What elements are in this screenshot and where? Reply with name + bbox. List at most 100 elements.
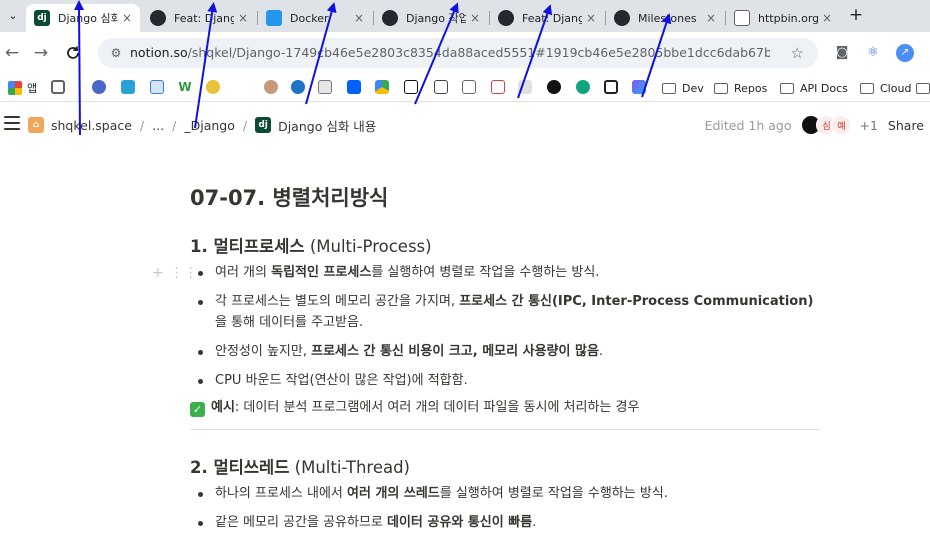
docker-icon bbox=[266, 10, 282, 26]
tab-httpbin[interactable]: httpbin.org × bbox=[726, 4, 840, 32]
tab-django-notes[interactable]: dj Django 심화 내용 × bbox=[26, 4, 140, 32]
folder-more[interactable]: F bbox=[916, 79, 930, 97]
divider bbox=[190, 429, 820, 430]
apps-shortcut[interactable]: 앱 bbox=[8, 79, 37, 97]
new-tab-button[interactable]: + bbox=[846, 5, 866, 25]
calendar-icon[interactable] bbox=[121, 80, 135, 94]
folder-dev[interactable]: Dev bbox=[662, 79, 704, 97]
dropbox-icon[interactable] bbox=[347, 80, 361, 94]
list-item: 안정성이 높지만, 프로세스 간 통신 비용이 크고, 메모리 사용량이 많음. bbox=[190, 341, 820, 362]
grid-icon[interactable] bbox=[51, 80, 65, 94]
bookmark-icon[interactable] bbox=[491, 80, 505, 94]
django-icon: dj bbox=[255, 117, 272, 133]
close-icon[interactable]: × bbox=[466, 11, 484, 25]
github-icon bbox=[150, 10, 166, 26]
share-button[interactable]: Share bbox=[888, 118, 924, 133]
bookmark-icon[interactable] bbox=[92, 80, 106, 94]
mvn-icon[interactable] bbox=[150, 80, 164, 94]
more-collaborators[interactable]: +1 bbox=[859, 118, 877, 133]
address-bar[interactable]: ⚙ notion.so/shqkel/Django-1749cb46e5e280… bbox=[98, 38, 818, 68]
folder-repos[interactable]: Repos bbox=[714, 79, 767, 97]
bookmark-icon[interactable] bbox=[632, 80, 646, 94]
tab-title: Django 심화 내용 bbox=[58, 12, 118, 25]
home-icon: ⌂ bbox=[28, 117, 44, 133]
notion-icon[interactable] bbox=[404, 80, 418, 94]
reload-button[interactable] bbox=[61, 41, 85, 65]
github-icon bbox=[614, 10, 630, 26]
list-item: 여러 개의 독립적인 프로세스를 실행하여 병렬로 작업을 수행하는 방식. bbox=[190, 262, 820, 283]
bookmark-icon[interactable] bbox=[462, 80, 476, 94]
close-icon[interactable]: × bbox=[234, 11, 252, 25]
bookmark-icon[interactable] bbox=[604, 80, 618, 94]
tab-strip: ⌄ dj Django 심화 내용 × Feat: Django × Docke… bbox=[0, 0, 930, 32]
tab-search-icon[interactable]: ⌄ bbox=[0, 4, 26, 28]
apps-icon bbox=[8, 81, 22, 95]
folder-icon bbox=[916, 82, 930, 94]
breadcrumb: ⌂ shqkel.space / ... / _Django / dj Djan… bbox=[28, 115, 376, 135]
list-item: CPU 바운드 작업(연산이 많은 작업)에 적합함. bbox=[190, 370, 820, 391]
w-icon[interactable]: W bbox=[178, 80, 192, 94]
back-button[interactable]: ← bbox=[0, 41, 24, 65]
tab-title: Feat: Django bbox=[522, 11, 582, 25]
forward-button[interactable]: → bbox=[29, 41, 53, 65]
section-heading: 2. 멀티쓰레드 (Multi-Thread) bbox=[190, 458, 410, 477]
github-icon bbox=[498, 10, 514, 26]
bookmark-icon[interactable] bbox=[318, 80, 332, 94]
notion-topbar: ⌂ shqkel.space / ... / _Django / dj Djan… bbox=[0, 102, 930, 146]
close-icon[interactable]: × bbox=[118, 11, 136, 25]
bookmark-icon[interactable] bbox=[518, 80, 532, 94]
tab-django-work[interactable]: Django 작업 × bbox=[374, 4, 488, 32]
folder-icon bbox=[662, 82, 676, 94]
tab-feat-django-2[interactable]: Feat: Django × bbox=[490, 4, 604, 32]
github-icon bbox=[382, 10, 398, 26]
drive-icon[interactable] bbox=[375, 80, 389, 94]
folder-icon bbox=[860, 82, 874, 94]
sidebar-toggle-icon[interactable] bbox=[4, 116, 20, 132]
bookmark-icon[interactable] bbox=[434, 80, 448, 94]
topbar-actions: Edited 1h ago 심 예 +1 Share bbox=[705, 115, 924, 135]
list-item: 하나의 프로세스 내에서 여러 개의 쓰레드를 실행하여 병렬로 작업을 수행하… bbox=[190, 483, 820, 504]
reload-icon bbox=[67, 46, 79, 59]
tab-feat-django[interactable]: Feat: Django × bbox=[142, 4, 256, 32]
tab-milestones[interactable]: Milestones × bbox=[606, 4, 724, 32]
tab-title: Docker bbox=[290, 11, 329, 25]
browser-toolbar: ← → ⚙ notion.so/shqkel/Django-1749cb46e5… bbox=[0, 32, 930, 74]
section-heading: 1. 멀티프로세스 (Multi-Process) bbox=[190, 237, 432, 256]
tab-title: Feat: Django bbox=[174, 11, 234, 25]
list-item: 같은 메모리 공간을 공유하므로 데이터 공유와 통신이 빠름. bbox=[190, 512, 820, 533]
django-icon: dj bbox=[34, 10, 50, 26]
breadcrumb-workspace[interactable]: shqkel.space bbox=[51, 118, 132, 133]
bookmarks-bar: 앱 W Dev Repos API Docs Cloud F bbox=[0, 74, 930, 102]
site-info-icon[interactable]: ⚙ bbox=[108, 45, 124, 61]
edited-timestamp: Edited 1h ago bbox=[704, 117, 792, 133]
extension-icon[interactable]: ↗ bbox=[896, 44, 914, 62]
breadcrumb-django[interactable]: _Django bbox=[184, 118, 235, 133]
avatar[interactable]: 예 bbox=[831, 115, 852, 135]
close-icon[interactable]: × bbox=[582, 11, 600, 25]
close-icon[interactable]: × bbox=[702, 11, 720, 25]
close-icon[interactable]: × bbox=[350, 11, 368, 25]
page-heading: 07-07. 병렬처리방식 bbox=[190, 186, 389, 210]
example-callout: ✓ 예시: 데이터 분석 프로그램에서 여러 개의 데이터 파일을 동시에 처리하… bbox=[190, 397, 830, 418]
bookmark-icon[interactable] bbox=[206, 80, 220, 94]
folder-cloud[interactable]: Cloud bbox=[860, 79, 911, 97]
page-icon bbox=[734, 10, 750, 26]
breadcrumb-ellipsis[interactable]: ... bbox=[152, 118, 164, 133]
add-block-icon: + bbox=[152, 265, 164, 281]
react-devtools-icon[interactable]: ⚛ bbox=[864, 44, 882, 62]
tab-title: Milestones bbox=[638, 11, 697, 25]
bookmark-star-icon[interactable]: ☆ bbox=[791, 44, 804, 62]
screenshot-icon[interactable]: ◙ bbox=[833, 44, 851, 62]
folder-icon bbox=[780, 82, 794, 94]
url-text[interactable]: notion.so/shqkel/Django-1749cb46e5e2803c… bbox=[130, 45, 770, 61]
tab-docker[interactable]: Docker × bbox=[258, 4, 372, 32]
bookmark-icon[interactable] bbox=[291, 80, 305, 94]
check-mark-icon: ✓ bbox=[190, 402, 205, 417]
chatgpt-icon[interactable] bbox=[576, 80, 590, 94]
breadcrumb-current-page[interactable]: Django 심화 내용 bbox=[278, 116, 376, 135]
close-icon[interactable]: × bbox=[818, 11, 836, 25]
avatar-icon[interactable] bbox=[264, 80, 278, 94]
folder-api-docs[interactable]: API Docs bbox=[780, 79, 848, 97]
tab-title: Django 작업 bbox=[406, 12, 466, 25]
